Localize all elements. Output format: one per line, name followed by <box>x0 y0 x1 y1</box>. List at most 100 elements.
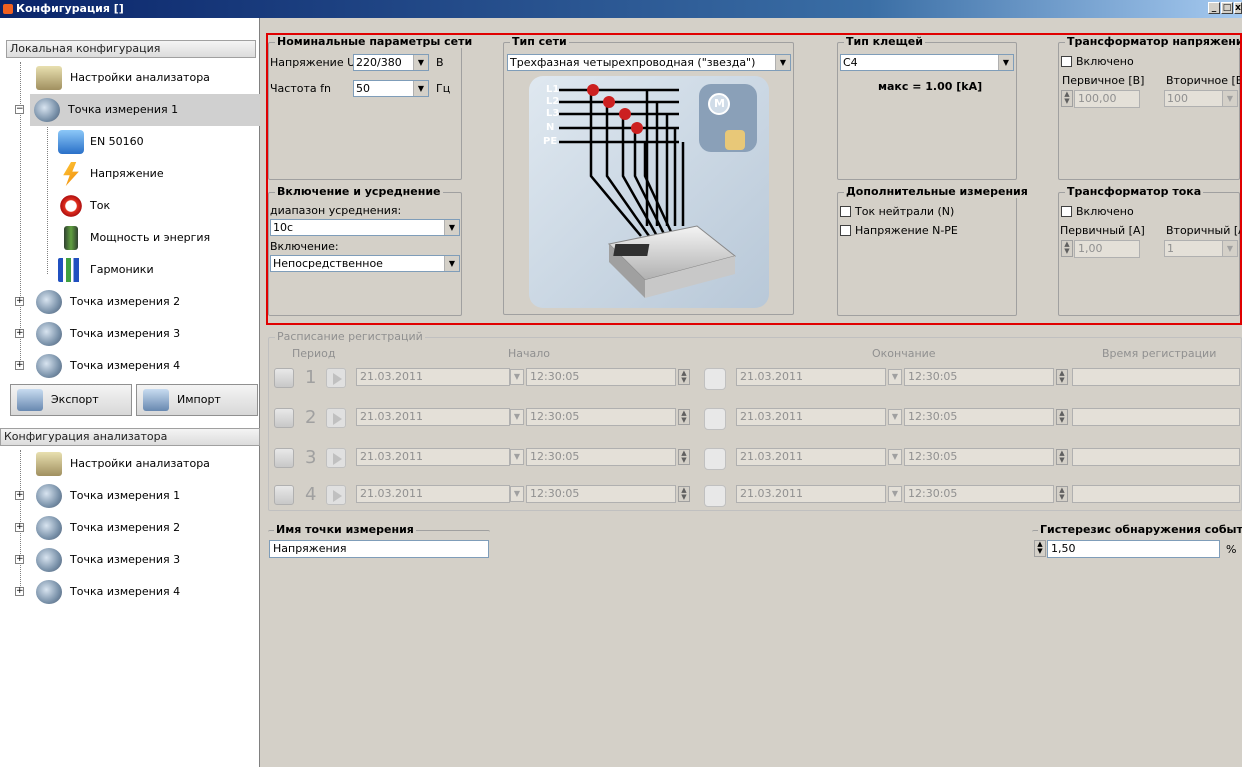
atree-item-point-4[interactable]: Точка измерения 4 <box>6 576 258 608</box>
window-titlebar[interactable]: Конфигурация [] <box>0 0 1242 18</box>
end-date-input[interactable]: 21.03.2011 <box>736 448 886 466</box>
chevron-down-icon[interactable]: ▼ <box>510 449 524 465</box>
period-number: 3 <box>305 447 317 468</box>
export-icon <box>17 389 43 411</box>
end-time-spinner[interactable]: ▲ ▼ <box>1056 486 1068 502</box>
en50160-icon <box>58 130 84 154</box>
voltage-icon <box>63 162 79 186</box>
tree-item-harmonics[interactable]: Гармоники <box>6 254 258 286</box>
start-time-input[interactable]: 12:30:05 <box>526 485 676 503</box>
start-time-input[interactable]: 12:30:05 <box>526 368 676 386</box>
measurement-point-icon <box>36 580 62 604</box>
stop-icon[interactable] <box>704 485 726 507</box>
hysteresis-spinner[interactable]: ▲ ▼ <box>1034 540 1046 557</box>
measurement-point-icon <box>36 484 62 508</box>
close-button[interactable]: x <box>1234 2 1242 14</box>
start-time-input[interactable]: 12:30:05 <box>526 408 676 426</box>
start-time-spinner[interactable]: ▲ ▼ <box>678 449 690 465</box>
expand-icon[interactable]: + <box>15 555 24 564</box>
end-date-input[interactable]: 21.03.2011 <box>736 368 886 386</box>
start-time-input[interactable]: 12:30:05 <box>526 448 676 466</box>
tree-item-current[interactable]: Ток <box>6 190 258 222</box>
schedule-row: 1 21.03.2011 ▼ 12:30:05 ▲ ▼ 21.03.2011 ▼ 12:30:0… <box>272 366 1242 392</box>
stop-icon[interactable] <box>704 408 726 430</box>
highlight-frame <box>266 33 1242 325</box>
start-play-icon[interactable] <box>326 448 346 468</box>
collapse-icon[interactable]: − <box>15 105 24 114</box>
import-icon <box>143 389 169 411</box>
chevron-down-icon[interactable]: ▼ <box>888 486 902 502</box>
atree-item-point-2[interactable]: Точка измерения 2 <box>6 512 258 544</box>
point-name-input[interactable]: Напряжения <box>269 540 489 558</box>
start-time-spinner[interactable]: ▲ ▼ <box>678 409 690 425</box>
end-time-input[interactable]: 12:30:05 <box>904 448 1054 466</box>
registration-time-input[interactable] <box>1072 368 1240 386</box>
start-time-spinner[interactable]: ▲ ▼ <box>678 486 690 502</box>
registration-time-input[interactable] <box>1072 485 1240 503</box>
stop-icon[interactable] <box>704 448 726 470</box>
atree-item-point-1[interactable]: Точка измерения 1 <box>6 480 258 512</box>
expand-icon[interactable]: + <box>15 329 24 338</box>
calendar-icon[interactable] <box>274 368 294 388</box>
chevron-down-icon[interactable]: ▼ <box>888 409 902 425</box>
start-play-icon[interactable] <box>326 485 346 505</box>
end-time-spinner[interactable]: ▲ ▼ <box>1056 449 1068 465</box>
tree-item-point-2[interactable]: Точка измерения 2 <box>6 286 258 318</box>
local-config-header: Локальная конфигурация <box>6 40 256 58</box>
start-date-input[interactable]: 21.03.2011 <box>356 368 510 386</box>
tree-item-point-4[interactable]: Точка измерения 4 <box>6 350 258 382</box>
chevron-down-icon[interactable]: ▼ <box>510 409 524 425</box>
end-time-spinner[interactable]: ▲ ▼ <box>1056 409 1068 425</box>
chevron-down-icon[interactable]: ▼ <box>510 369 524 385</box>
expand-icon[interactable]: + <box>15 361 24 370</box>
col-end: Окончание <box>872 347 936 360</box>
tree-item-point-3[interactable]: Точка измерения 3 <box>6 318 258 350</box>
atree-item-analyzer-settings[interactable]: Настройки анализатора <box>6 448 258 480</box>
registration-time-input[interactable] <box>1072 448 1240 466</box>
chevron-down-icon[interactable]: ▼ <box>510 486 524 502</box>
expand-icon[interactable]: + <box>15 523 24 532</box>
tree-item-point-1[interactable]: Точка измерения 1 <box>30 94 260 126</box>
start-time-spinner[interactable]: ▲ ▼ <box>678 369 690 385</box>
registration-time-input[interactable] <box>1072 408 1240 426</box>
start-play-icon[interactable] <box>326 408 346 428</box>
export-button[interactable]: Экспорт <box>10 384 132 416</box>
calendar-icon[interactable] <box>274 448 294 468</box>
col-period: Период <box>292 347 336 360</box>
start-date-input[interactable]: 21.03.2011 <box>356 408 510 426</box>
end-time-input[interactable]: 12:30:05 <box>904 408 1054 426</box>
start-play-icon[interactable] <box>326 368 346 388</box>
chevron-down-icon[interactable]: ▼ <box>888 449 902 465</box>
tree-item-power-energy[interactable]: Мощность и энергия <box>6 222 258 254</box>
tree-item-en50160[interactable]: EN 50160 <box>6 126 258 158</box>
analyzer-settings-icon <box>36 452 62 476</box>
period-number: 1 <box>305 367 317 388</box>
calendar-icon[interactable] <box>274 485 294 505</box>
calendar-icon[interactable] <box>274 408 294 428</box>
maximize-button[interactable]: □ <box>1221 2 1233 14</box>
tree-item-voltage[interactable]: Напряжение <box>6 158 258 190</box>
tree-item-analyzer-settings[interactable]: Настройки анализатора <box>6 62 258 94</box>
start-date-input[interactable]: 21.03.2011 <box>356 448 510 466</box>
expand-icon[interactable]: + <box>15 491 24 500</box>
minimize-button[interactable]: _ <box>1208 2 1220 14</box>
measurement-point-icon <box>34 98 60 122</box>
import-button[interactable]: Импорт <box>136 384 258 416</box>
end-date-input[interactable]: 21.03.2011 <box>736 485 886 503</box>
analyzer-settings-icon <box>36 66 62 90</box>
end-date-input[interactable]: 21.03.2011 <box>736 408 886 426</box>
expand-icon[interactable]: + <box>15 587 24 596</box>
chevron-down-icon[interactable]: ▼ <box>888 369 902 385</box>
measurement-point-icon <box>36 354 62 378</box>
current-clamp-icon <box>58 194 84 218</box>
end-time-input[interactable]: 12:30:05 <box>904 485 1054 503</box>
schedule-row: 4 21.03.2011 ▼ 12:30:05 ▲ ▼ 21.03.2011 ▼ 12:30:0… <box>272 483 1242 509</box>
atree-item-point-3[interactable]: Точка измерения 3 <box>6 544 258 576</box>
stop-icon[interactable] <box>704 368 726 390</box>
end-time-spinner[interactable]: ▲ ▼ <box>1056 369 1068 385</box>
start-date-input[interactable]: 21.03.2011 <box>356 485 510 503</box>
expand-icon[interactable]: + <box>15 297 24 306</box>
hysteresis-input[interactable]: 1,50 <box>1047 540 1220 558</box>
hysteresis-title: Гистерезис обнаружения событий <box>1038 524 1242 536</box>
end-time-input[interactable]: 12:30:05 <box>904 368 1054 386</box>
